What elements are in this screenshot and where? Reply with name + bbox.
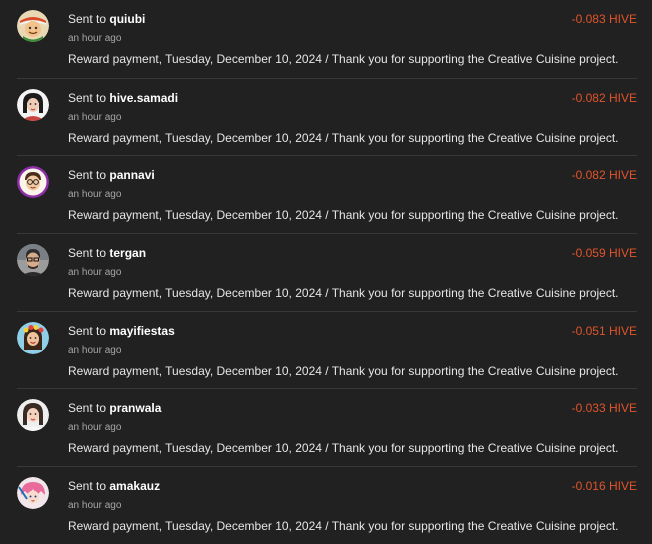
woman-photo-avatar[interactable] [17,88,49,121]
sent-prefix: Sent to [68,246,107,261]
amount: -0.082 HIVE [571,90,637,105]
sent-to-line: Sent to amakauz [68,479,160,493]
sent-prefix: Sent to [68,90,107,105]
amount: -0.083 HIVE [571,12,637,26]
cartoon-face-avatar[interactable] [17,10,49,42]
man-photo-avatar[interactable] [17,244,49,277]
memo-text: Reward payment, Tuesday, December 10, 20… [68,130,619,145]
amount: -0.033 HIVE [571,401,637,416]
recipient-link[interactable]: pranwala [109,401,161,415]
anime-avatar[interactable] [17,477,49,510]
sent-to-line: Sent to quiubi [68,12,145,26]
cartoon-flower-avatar[interactable] [17,321,49,354]
sent-to-line: Sent to pranwala [68,401,161,415]
timestamp: an hour ago [68,267,122,279]
transfer-item: Sent to pannavi an hour ago Reward payme… [17,155,637,233]
sent-prefix: Sent to [68,12,107,26]
recipient-link[interactable]: pannavi [109,168,154,182]
sent-prefix: Sent to [68,168,107,183]
sent-to-line: Sent to hive.samadi [68,91,178,105]
transfer-item: Sent to amakauz an hour ago Reward payme… [17,466,637,544]
recipient-link[interactable]: amakauz [109,479,160,493]
recipient-link[interactable]: quiubi [109,12,145,26]
amount: -0.051 HIVE [571,323,637,338]
timestamp: an hour ago [68,111,122,123]
sent-to-line: Sent to pannavi [68,168,155,182]
sent-to-line: Sent to mayifiestas [68,324,175,338]
recipient-link[interactable]: tergan [109,246,146,260]
amount: -0.082 HIVE [571,168,637,183]
timestamp: an hour ago [68,422,122,434]
transfer-list: Sent to quiubi an hour ago Reward paymen… [17,0,637,544]
amount: -0.059 HIVE [571,246,637,261]
transfer-item: Sent to tergan an hour ago Reward paymen… [17,233,637,311]
sent-prefix: Sent to [68,323,107,338]
woman-photo-avatar[interactable] [17,399,49,432]
transfer-item: Sent to pranwala an hour ago Reward paym… [17,388,637,466]
recipient-link[interactable]: hive.samadi [109,91,178,105]
sent-prefix: Sent to [68,401,107,416]
sent-to-line: Sent to tergan [68,246,146,260]
memo-text: Reward payment, Tuesday, December 10, 20… [68,363,619,378]
transfer-item: Sent to quiubi an hour ago Reward paymen… [17,0,637,78]
memo-text: Reward payment, Tuesday, December 10, 20… [68,441,619,456]
timestamp: an hour ago [68,500,122,512]
cartoon-glasses-avatar[interactable] [17,166,49,199]
memo-text: Reward payment, Tuesday, December 10, 20… [68,208,619,223]
memo-text: Reward payment, Tuesday, December 10, 20… [68,286,619,301]
timestamp: an hour ago [68,33,122,44]
timestamp: an hour ago [68,189,122,201]
timestamp: an hour ago [68,344,122,356]
recipient-link[interactable]: mayifiestas [109,324,174,338]
sent-prefix: Sent to [68,479,107,494]
memo-text: Reward payment, Tuesday, December 10, 20… [68,519,619,534]
amount: -0.016 HIVE [571,479,637,494]
transfer-item: Sent to hive.samadi an hour ago Reward p… [17,77,637,156]
memo-text: Reward payment, Tuesday, December 10, 20… [68,52,619,66]
transfer-item: Sent to mayifiestas an hour ago Reward p… [17,310,637,389]
